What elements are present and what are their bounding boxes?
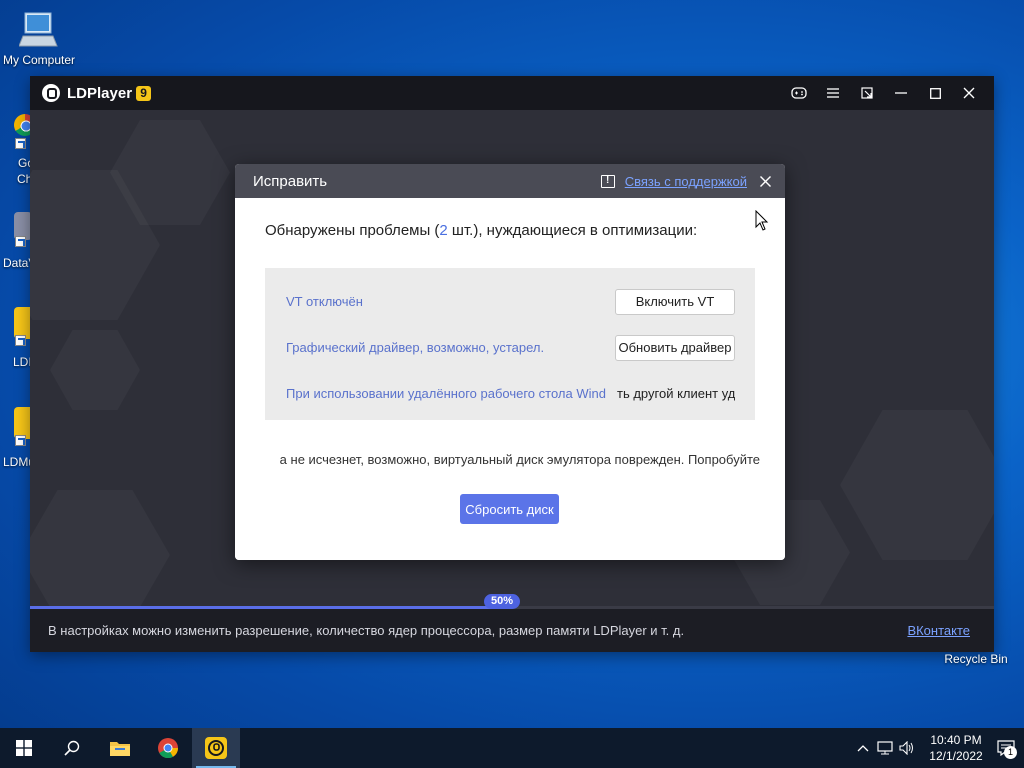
- support-contact: ! Связь с поддержкой: [600, 164, 747, 198]
- issue-remote-desktop-text: При использовании удалённого рабочего ст…: [286, 386, 606, 401]
- start-button[interactable]: [0, 728, 48, 768]
- gamepad-icon[interactable]: [782, 76, 816, 110]
- shortcut-arrow-icon: [15, 236, 26, 247]
- background-hexagon: [50, 330, 140, 410]
- dialog-title: Исправить: [253, 172, 328, 190]
- desktop-icon-chrome[interactable]: Go Ch: [0, 110, 36, 190]
- computer-icon: [18, 10, 59, 50]
- recycle-bin-label[interactable]: Recycle Bin: [938, 652, 1014, 666]
- window-title: LDPlayer: [67, 84, 133, 102]
- issue-vt-text: VT отключён: [286, 294, 363, 309]
- dialog-close-icon[interactable]: [753, 164, 777, 198]
- disk-damage-message: а не исчезнет, возможно, виртуальный дис…: [279, 452, 760, 467]
- vkontakte-link[interactable]: ВКонтакте: [907, 623, 970, 638]
- taskbar: 10:40 PM 12/1/2022 1: [0, 728, 1024, 768]
- action-center-button[interactable]: 1: [988, 728, 1024, 768]
- close-icon[interactable]: [952, 76, 986, 110]
- clock-date: 12/1/2022: [929, 749, 983, 763]
- system-tray: 10:40 PM 12/1/2022 1: [852, 728, 1024, 768]
- taskbar-chrome[interactable]: [144, 728, 192, 768]
- maximize-icon[interactable]: [918, 76, 952, 110]
- show-hidden-icons-chevron-icon[interactable]: [852, 728, 874, 768]
- loading-progress-label: 50%: [484, 594, 520, 609]
- tip-footer: В настройках можно изменить разрешение, …: [30, 609, 994, 652]
- taskbar-clock[interactable]: 10:40 PM 12/1/2022: [924, 732, 988, 764]
- desktop-icon-ldplayer[interactable]: LDI: [0, 305, 36, 371]
- menu-icon[interactable]: [816, 76, 850, 110]
- my-computer-label: My Computer: [2, 53, 76, 67]
- network-icon[interactable]: [874, 728, 896, 768]
- background-hexagon: [840, 410, 994, 560]
- my-computer-shortcut[interactable]: My Computer: [1, 10, 77, 67]
- minimize-icon[interactable]: [884, 76, 918, 110]
- issue-driver-text: Графический драйвер, возможно, устарел.: [286, 340, 545, 355]
- desktop-icon-label: LDI: [13, 355, 32, 369]
- mini-mode-icon[interactable]: [850, 76, 884, 110]
- issue-remote-desktop: При использовании удалённого рабочего ст…: [286, 386, 735, 404]
- ldplayer-logo: LDPlayer 9: [42, 84, 152, 102]
- version-badge: 9: [136, 85, 152, 101]
- problems-heading: Обнаружены проблемы (2 шт.), нуждающиеся…: [265, 222, 697, 239]
- chrome-icon: [158, 738, 179, 759]
- enable-vt-button[interactable]: Включить VT: [615, 289, 735, 315]
- folder-icon: [110, 742, 130, 756]
- ldplayer-icon: [205, 737, 227, 759]
- window-controls: [782, 76, 986, 110]
- taskbar-file-explorer[interactable]: [96, 728, 144, 768]
- volume-icon[interactable]: [896, 728, 918, 768]
- issues-list: VT отключён Включить VT Графический драй…: [265, 268, 755, 420]
- support-link[interactable]: Связь с поддержкой: [625, 174, 747, 189]
- clock-time: 10:40 PM: [930, 733, 982, 747]
- shortcut-arrow-icon: [15, 435, 26, 446]
- dialog-body: Обнаружены проблемы (2 шт.), нуждающиеся…: [235, 198, 785, 560]
- ldplayer-titlebar[interactable]: LDPlayer 9: [30, 76, 994, 110]
- search-icon: [64, 740, 80, 756]
- windows-icon: [16, 740, 32, 756]
- reset-disk-button[interactable]: Сбросить диск: [460, 494, 559, 524]
- notification-count-badge: 1: [1004, 746, 1017, 759]
- problems-heading-suffix: шт.), нуждающиеся в оптимизации:: [447, 222, 698, 239]
- search-button[interactable]: [48, 728, 96, 768]
- problems-heading-prefix: Обнаружены проблемы (: [265, 222, 440, 239]
- shortcut-arrow-icon: [15, 335, 26, 346]
- problems-count: 2: [439, 222, 448, 239]
- ldplayer-logo-icon: [42, 84, 60, 102]
- repair-dialog: Исправить ! Связь с поддержкой Обнаружен…: [235, 164, 785, 560]
- dialog-header: Исправить ! Связь с поддержкой: [235, 164, 785, 198]
- background-hexagon: [30, 490, 170, 608]
- warning-icon: !: [600, 174, 615, 188]
- shortcut-arrow-icon: [15, 138, 26, 149]
- ldplayer-window: LDPlayer 9 50% В настройках можно измени…: [30, 76, 994, 652]
- mouse-cursor-icon: [755, 210, 769, 231]
- footer-tip-text: В настройках можно изменить разрешение, …: [48, 623, 685, 638]
- taskbar-ldplayer[interactable]: [192, 728, 240, 768]
- disk-damage-text: а не исчезнет, возможно, виртуальный дис…: [265, 452, 760, 470]
- issue-remote-desktop-hint: ть другой клиент уд: [615, 386, 735, 401]
- update-driver-button[interactable]: Обновить драйвер: [615, 335, 735, 361]
